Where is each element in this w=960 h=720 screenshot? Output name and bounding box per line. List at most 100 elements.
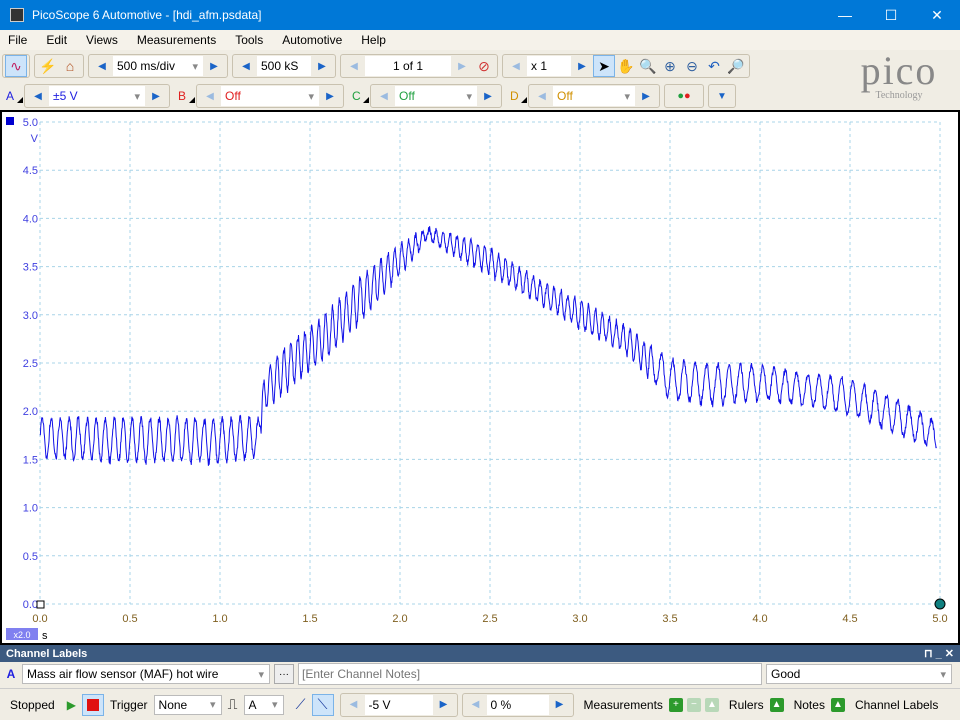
x-tick-label: 3.0 <box>572 613 587 625</box>
panel-controls[interactable]: ⊓ _ ✕ <box>924 647 954 660</box>
y-tick-label: 4.5 <box>23 165 38 177</box>
measurements-label: Measurements <box>583 697 663 712</box>
pretrigger-prev[interactable]: ◀ <box>465 695 487 715</box>
zoom-overview-icon[interactable]: 🔎 <box>725 55 747 77</box>
rising-edge-icon[interactable]: ⟋ <box>290 694 312 716</box>
home-icon[interactable]: ⌂ <box>59 55 81 77</box>
buffer-next[interactable]: ▶ <box>451 56 473 76</box>
channel-d-prev[interactable]: ◀ <box>531 86 553 106</box>
channel-d-range[interactable]: Off <box>553 86 635 106</box>
menu-automotive[interactable]: Automotive <box>282 33 342 47</box>
end-ruler-handle <box>934 598 946 610</box>
pico-logo: pico Technology <box>860 48 938 102</box>
y-axis-unit: V <box>31 133 39 145</box>
x-tick-label: 4.5 <box>842 613 857 625</box>
samples-field[interactable]: 500 kS <box>257 56 311 76</box>
x-tick-label: 1.0 <box>212 613 227 625</box>
channel-d-menu[interactable]: D <box>506 89 528 103</box>
timebase-select[interactable]: 500 ms/div <box>113 56 203 76</box>
start-icon[interactable]: ▶ <box>67 698 76 712</box>
channel-a-menu[interactable]: A <box>2 89 24 103</box>
run-status: Stopped <box>10 697 55 712</box>
falling-edge-icon[interactable]: ⟍ <box>311 693 334 716</box>
channel-a-marker <box>6 117 14 125</box>
channel-label-select[interactable]: Mass air flow sensor (MAF) hot wire <box>22 664 270 684</box>
maximize-button[interactable]: ☐ <box>868 0 914 30</box>
trigger-label: Trigger <box>109 697 148 712</box>
auto-setup-icon[interactable]: ⚡ <box>37 55 59 77</box>
edit-measurement-button[interactable]: ▲ <box>704 697 719 712</box>
scope-mode-icon[interactable]: ∿ <box>5 55 27 77</box>
x-tick-label: 4.0 <box>752 613 767 625</box>
scope-view[interactable]: 0.0 0.5 1.0 1.5 2.0 2.5 3.0 3.5 4.0 4.5 5.0 0.0 0.5 1… <box>0 110 960 645</box>
trigger-level-prev[interactable]: ◀ <box>343 695 365 715</box>
hand-tool-icon[interactable]: ✋ <box>615 55 637 77</box>
timebase-next[interactable]: ▶ <box>203 56 225 76</box>
channel-b-range[interactable]: Off <box>221 86 319 106</box>
notes-button[interactable]: ▲ <box>830 697 845 712</box>
channel-c-menu[interactable]: C <box>348 89 370 103</box>
channel-d-next[interactable]: ▶ <box>635 86 657 106</box>
trigger-channel-select[interactable]: A <box>243 694 284 715</box>
pointer-tool-icon[interactable]: ➤ <box>593 55 615 77</box>
zoom-field[interactable]: x 1 <box>527 56 571 76</box>
menu-edit[interactable]: Edit <box>46 33 67 47</box>
rulers-label: Rulers <box>728 697 764 712</box>
zoom-next[interactable]: ▶ <box>571 56 593 76</box>
close-button[interactable]: ✕ <box>914 0 960 30</box>
pretrigger-next[interactable]: ▶ <box>549 695 571 715</box>
channel-a-next[interactable]: ▶ <box>145 86 167 106</box>
channel-a-range[interactable]: ±5 V <box>49 86 145 106</box>
channel-options-dropdown[interactable]: ▼ <box>711 86 733 106</box>
trigger-edge-icon[interactable]: ⎍ <box>222 694 244 716</box>
rulers-button[interactable]: ▲ <box>769 697 784 712</box>
window-title: PicoScope 6 Automotive - [hdi_afm.psdata… <box>32 8 262 22</box>
channel-c-range[interactable]: Off <box>395 86 477 106</box>
menu-measurements[interactable]: Measurements <box>137 33 216 47</box>
channel-b-prev[interactable]: ◀ <box>199 86 221 106</box>
minimize-button[interactable]: — <box>822 0 868 30</box>
channel-labels-label: Channel Labels <box>854 697 939 712</box>
menu-file[interactable]: File <box>8 33 27 47</box>
buffer-prev[interactable]: ◀ <box>343 56 365 76</box>
y-tick-label: 2.0 <box>23 406 38 418</box>
channel-c-next[interactable]: ▶ <box>477 86 499 106</box>
zoom-in-icon[interactable]: ⊕ <box>659 55 681 77</box>
panel-title: Channel Labels <box>6 647 88 660</box>
menu-tools[interactable]: Tools <box>235 33 263 47</box>
channel-c-prev[interactable]: ◀ <box>373 86 395 106</box>
pretrigger-field[interactable]: 0 % <box>486 694 549 715</box>
timebase-prev[interactable]: ◀ <box>91 56 113 76</box>
channel-label-more-button[interactable]: ··· <box>274 664 294 684</box>
zoom-region-icon[interactable]: 🔍 <box>637 55 659 77</box>
waveform-chart[interactable]: 0.0 0.5 1.0 1.5 2.0 2.5 3.0 3.5 4.0 4.5 5.0 0.0 0.5 1… <box>2 112 958 643</box>
channel-a-prev[interactable]: ◀ <box>27 86 49 106</box>
zoom-out-icon[interactable]: ⊖ <box>681 55 703 77</box>
menu-help[interactable]: Help <box>361 33 386 47</box>
channel-b-menu[interactable]: B <box>174 89 196 103</box>
undo-zoom-icon[interactable]: ↶ <box>703 55 725 77</box>
channel-b-next[interactable]: ▶ <box>319 86 341 106</box>
x-tick-label: 2.5 <box>482 613 497 625</box>
stop-button[interactable] <box>81 693 104 716</box>
rating-select[interactable]: Good <box>766 664 952 684</box>
channel-labels-row: A Mass air flow sensor (MAF) hot wire ··… <box>0 662 960 686</box>
add-measurement-button[interactable]: + <box>668 697 683 712</box>
trigger-level-next[interactable]: ▶ <box>433 695 455 715</box>
channel-options-icon[interactable]: ● ● <box>667 85 701 107</box>
channel-notes-input[interactable] <box>298 663 762 685</box>
trigger-level-field[interactable]: -5 V <box>364 694 433 715</box>
trigger-marker <box>36 600 45 609</box>
trigger-mode-select[interactable]: None <box>153 694 222 715</box>
menu-views[interactable]: Views <box>86 33 118 47</box>
y-tick-label: 0.0 <box>23 599 38 611</box>
x-zoom-badge-text: x2.0 <box>13 630 30 640</box>
channel-toolbar: A ◀±5 V▶ B ◀Off▶ C ◀Off▶ D ◀Off▶ ●● ▼ <box>2 82 740 110</box>
buffer-field[interactable]: 1 of 1 <box>365 56 451 76</box>
remove-measurement-button[interactable]: − <box>686 697 701 712</box>
samples-prev[interactable]: ◀ <box>235 56 257 76</box>
samples-next[interactable]: ▶ <box>311 56 333 76</box>
x-tick-label: 1.5 <box>302 613 317 625</box>
zoom-prev[interactable]: ◀ <box>505 56 527 76</box>
navigate-compass-icon[interactable]: ⊘ <box>473 55 495 77</box>
